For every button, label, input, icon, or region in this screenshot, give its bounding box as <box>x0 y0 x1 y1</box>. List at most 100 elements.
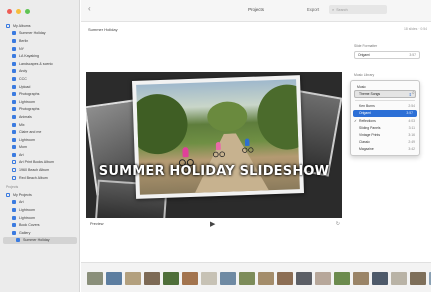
close-window-button[interactable] <box>7 9 12 14</box>
preview-button[interactable]: Preview <box>90 222 104 226</box>
search-icon[interactable]: ⌕ <box>412 90 415 96</box>
sidebar-item[interactable]: Photographs <box>0 106 79 114</box>
filmstrip-thumbnail[interactable] <box>106 272 122 285</box>
sidebar-item[interactable]: Animals <box>0 113 79 121</box>
sidebar-item[interactable]: Lightroom <box>0 98 79 106</box>
menu-item[interactable]: ✓ Reflections 4:03 <box>351 117 419 124</box>
search-field[interactable]: ⌕ Search <box>329 5 387 14</box>
sidebar-item[interactable]: My Projects <box>0 191 79 199</box>
sidebar-item[interactable]: Art <box>0 199 79 207</box>
sidebar-item[interactable]: Red Beach Album <box>0 174 79 182</box>
menu-item[interactable]: Classic 2:49 <box>351 139 419 146</box>
music-dropdown-menu: Music Theme Songs ⇕ Ken Burns 2:54 Origami… <box>350 80 420 156</box>
project-icon <box>12 215 16 220</box>
filmstrip-thumbnail[interactable] <box>125 272 141 285</box>
sidebar-item-label: Art <box>19 152 24 157</box>
theme-duration: 3:57 <box>409 53 416 57</box>
sidebar-item[interactable]: Mix <box>0 121 79 129</box>
sidebar-item-label: My Albums <box>13 23 31 28</box>
sidebar-item[interactable]: Summer Holiday <box>0 30 79 38</box>
sidebar-item[interactable]: Gallery <box>0 229 79 237</box>
album-icon <box>12 38 16 43</box>
sidebar-item-label: Summer Holiday <box>23 238 50 243</box>
filmstrip-thumbnail[interactable] <box>239 272 255 285</box>
sidebar-item[interactable]: LA Kayaking <box>0 52 79 60</box>
filmstrip-thumbnail[interactable] <box>277 272 293 285</box>
sidebar-item[interactable]: Art <box>0 151 79 159</box>
album-icon <box>12 46 16 51</box>
sidebar-item[interactable]: Mom <box>0 144 79 152</box>
menu-item[interactable]: Ken Burns 2:54 <box>351 103 419 110</box>
sidebar-item[interactable]: Claire and me <box>0 128 79 136</box>
filmstrip-thumbnail[interactable] <box>353 272 369 285</box>
filmstrip-thumbnail[interactable] <box>296 272 312 285</box>
sidebar-item-label: Projects <box>6 185 19 190</box>
album-icon <box>12 130 16 135</box>
menu-item[interactable]: Sliding Panels 3:11 <box>351 124 419 131</box>
main-slide-photo <box>131 75 305 199</box>
sidebar-item-label: Landscapes & scenic <box>19 61 53 66</box>
sidebar-section-header: Projects <box>0 183 79 191</box>
play-icon[interactable]: ▶ <box>210 220 215 228</box>
menu-item[interactable]: Vintage Prints 3:16 <box>351 131 419 138</box>
filmstrip-thumbnail[interactable] <box>87 272 103 285</box>
folder-icon <box>6 23 10 28</box>
minimize-window-button[interactable] <box>16 9 21 14</box>
smart-album-icon <box>12 168 16 173</box>
loop-icon[interactable]: ↻ <box>336 221 340 227</box>
filmstrip-thumbnail[interactable] <box>144 272 160 285</box>
menu-item[interactable]: Magazine 3:42 <box>351 146 419 153</box>
slideshow-canvas[interactable]: SUMMER HOLIDAY SLIDESHOW <box>86 72 342 218</box>
sidebar-item[interactable]: Photographs <box>0 90 79 98</box>
sidebar-item-label: 1960 Beach Album <box>19 168 50 173</box>
sidebar-item[interactable]: Berlin <box>0 37 79 45</box>
sidebar-item-label: Berlin <box>19 38 29 43</box>
filmstrip <box>81 262 431 292</box>
sidebar-item[interactable]: Lightroom <box>0 214 79 222</box>
sidebar-item[interactable]: Landscapes & scenic <box>0 60 79 68</box>
filmstrip-thumbnail[interactable] <box>391 272 407 285</box>
smart-album-icon <box>12 160 16 165</box>
music-label: Music Library <box>354 73 375 77</box>
theme-select[interactable]: Origami 3:57 <box>354 51 420 59</box>
sidebar-item-label: Claire and me <box>19 130 42 135</box>
menu-item-name: Ken Burns <box>359 104 375 109</box>
menu-item-name: Origami <box>359 111 371 116</box>
album-icon <box>12 31 16 36</box>
menu-item[interactable]: Origami 3:57 <box>353 109 417 117</box>
filmstrip-thumbnail[interactable] <box>163 272 179 285</box>
filmstrip-thumbnail[interactable] <box>182 272 198 285</box>
sidebar-item[interactable]: Andy <box>0 68 79 76</box>
filmstrip-thumbnail[interactable] <box>372 272 388 285</box>
sidebar-item[interactable]: 1960 Beach Album <box>0 166 79 174</box>
sidebar-item[interactable]: Book Covers <box>0 221 79 229</box>
menu-header: Music <box>357 84 366 89</box>
sidebar-item[interactable]: Lightroom <box>0 136 79 144</box>
slide-title-text[interactable]: SUMMER HOLIDAY SLIDESHOW <box>86 164 342 179</box>
export-button[interactable]: Export <box>307 7 319 12</box>
filmstrip-thumbnail[interactable] <box>410 272 426 285</box>
filmstrip-thumbnail[interactable] <box>220 272 236 285</box>
sidebar-item[interactable]: Summer Holiday <box>3 236 77 245</box>
album-icon <box>12 84 16 89</box>
sidebar-item[interactable]: My Albums <box>0 22 79 30</box>
search-placeholder: Search <box>336 7 348 12</box>
sidebar-item[interactable]: CCC <box>0 75 79 83</box>
filmstrip-thumbnail[interactable] <box>334 272 350 285</box>
sidebar-item[interactable]: Art Print Books Album <box>0 159 79 167</box>
sidebar-item[interactable]: Upload <box>0 83 79 91</box>
sidebar-item-label: Photographs <box>19 107 40 112</box>
sidebar-item[interactable]: NY <box>0 45 79 53</box>
filmstrip-thumbnail[interactable] <box>315 272 331 285</box>
sidebar-item[interactable]: Lightroom <box>0 206 79 214</box>
filmstrip-thumbnail[interactable] <box>201 272 217 285</box>
menu-item-name: Sliding Panels <box>359 125 381 130</box>
theme-songs-select[interactable]: Theme Songs ⇕ <box>354 90 416 98</box>
zoom-window-button[interactable] <box>25 9 30 14</box>
menu-items: Ken Burns 2:54 Origami 3:57 ✓ Reflections 4:03… <box>351 103 419 153</box>
menu-item-name: Classic <box>359 140 370 145</box>
filmstrip-thumbnail[interactable] <box>258 272 274 285</box>
album-icon <box>12 145 16 150</box>
sidebar-item-label: Upload <box>19 84 31 89</box>
format-label: Slide Formatter <box>354 44 378 48</box>
